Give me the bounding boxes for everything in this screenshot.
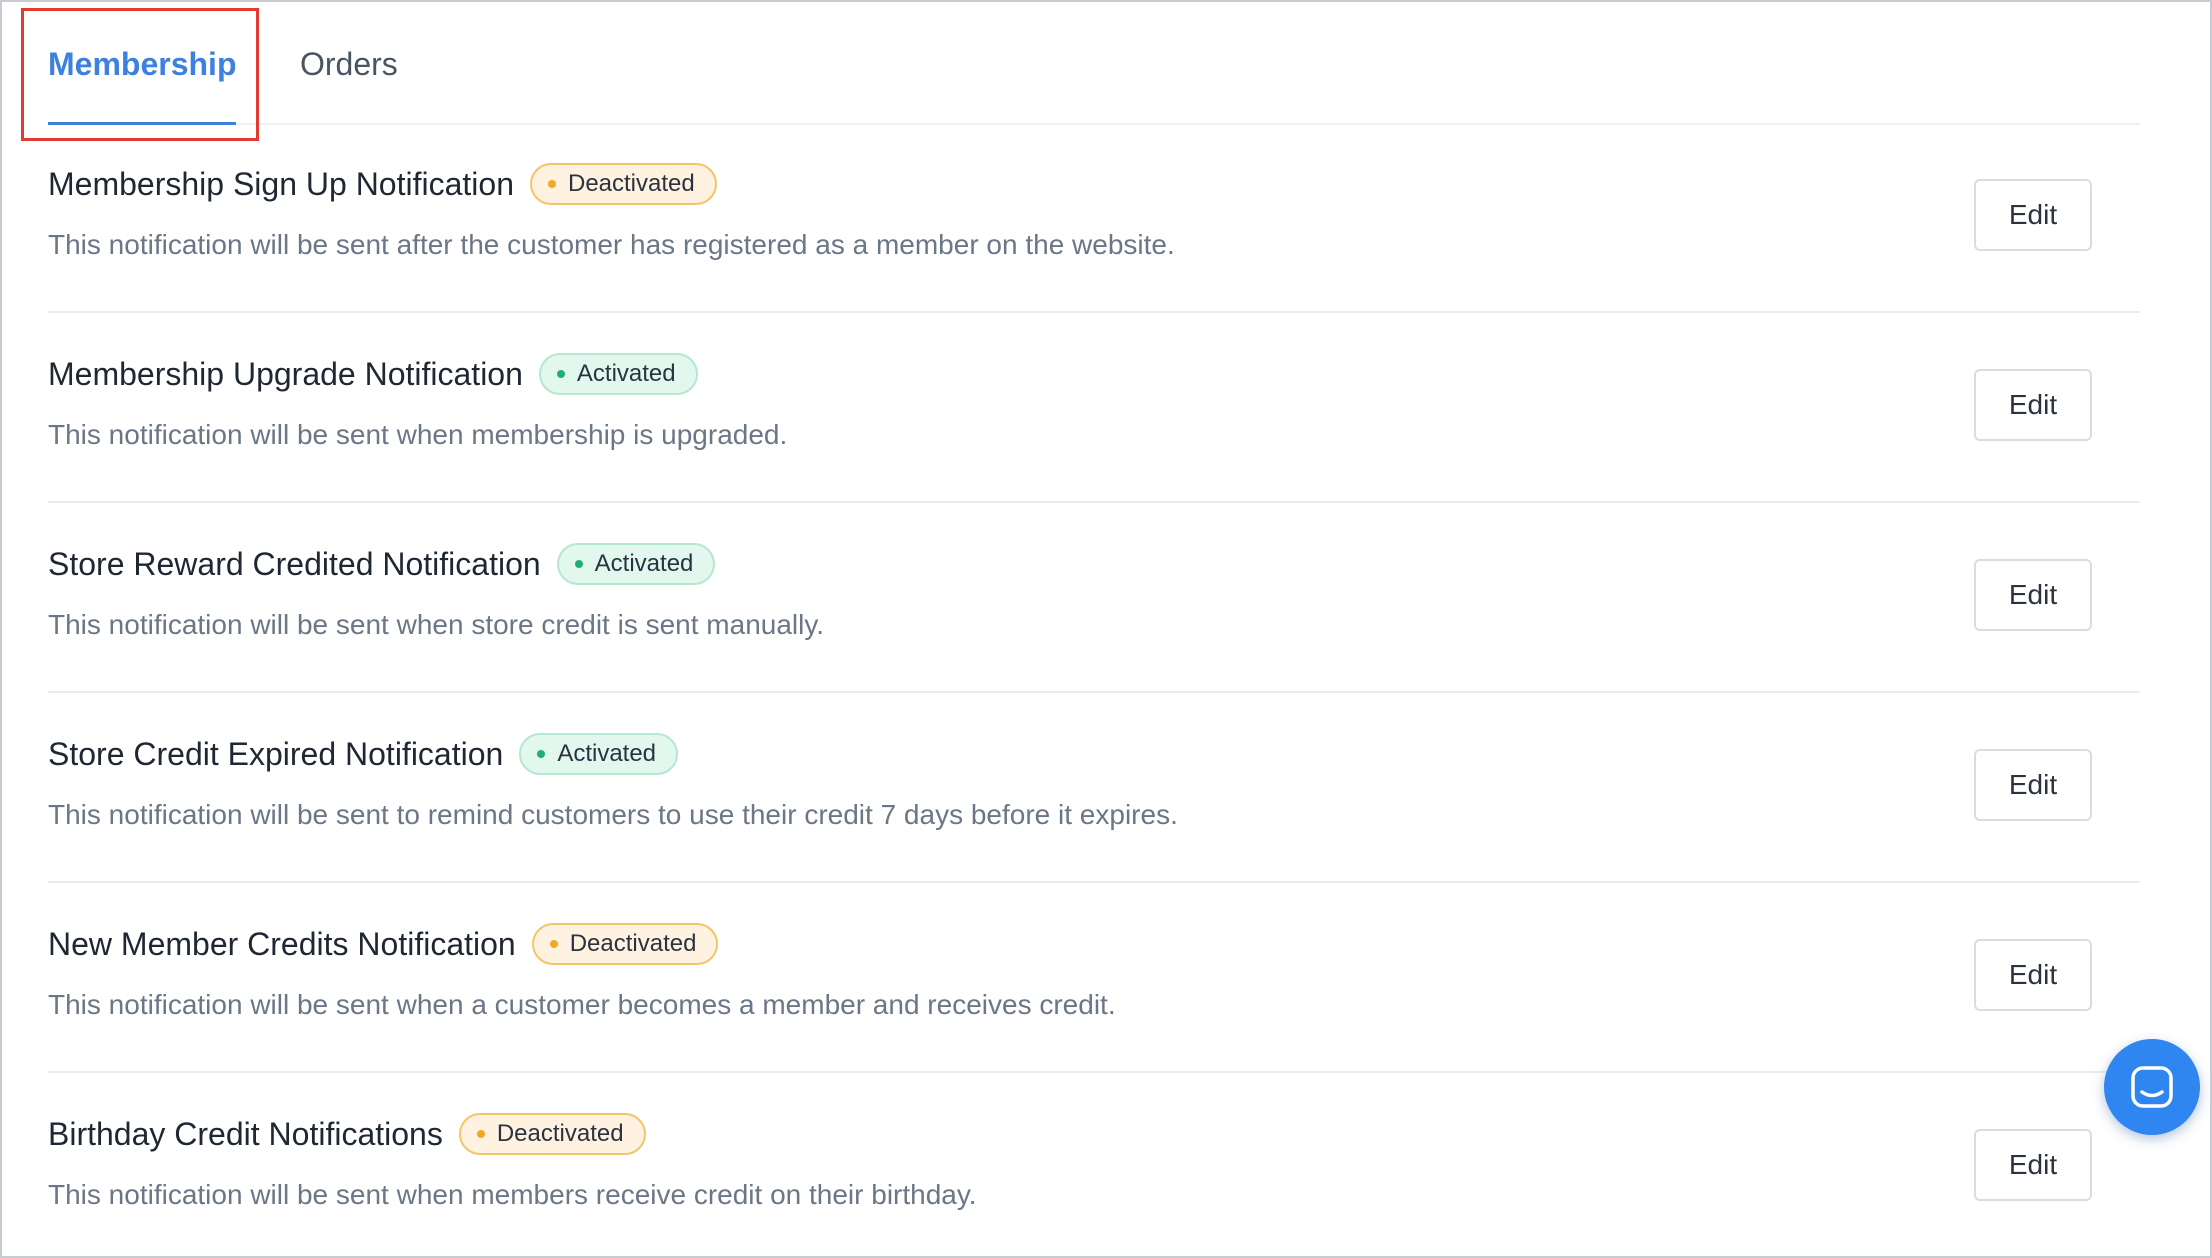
status-dot-icon <box>549 940 558 948</box>
status-label: Activated <box>576 360 676 387</box>
status-badge: Deactivated <box>458 1113 646 1155</box>
notification-description: This notification will be sent when stor… <box>48 609 825 640</box>
notification-row-store-credit-expired: Store Credit Expired Notification Activa… <box>48 693 2140 883</box>
notification-description: This notification will be sent when memb… <box>48 1179 977 1210</box>
edit-button-membership-sign-up[interactable]: Edit <box>1974 179 2092 251</box>
notification-row-membership-sign-up: Membership Sign Up Notification Deactiva… <box>48 123 2140 313</box>
edit-button-birthday-credit[interactable]: Edit <box>1974 1129 2092 1201</box>
chat-icon <box>2130 1065 2174 1109</box>
tab-membership-label: Membership <box>48 46 237 82</box>
status-label: Deactivated <box>567 170 695 197</box>
notification-title: Store Reward Credited Notification <box>48 545 541 582</box>
status-dot-icon <box>547 180 556 188</box>
tab-orders[interactable]: Orders <box>300 2 398 123</box>
notification-row-store-reward-credited: Store Reward Credited Notification Activ… <box>48 503 2140 693</box>
notification-title: New Member Credits Notification <box>48 925 516 962</box>
status-badge: Activated <box>519 733 679 775</box>
notification-title: Store Credit Expired Notification <box>48 735 504 772</box>
notification-title: Membership Upgrade Notification <box>48 355 523 392</box>
notification-description: This notification will be sent when a cu… <box>48 989 1116 1020</box>
edit-button-store-reward-credited[interactable]: Edit <box>1974 559 2092 631</box>
notification-description: This notification will be sent after the… <box>48 229 1175 260</box>
notification-title-row: Store Reward Credited Notification Activ… <box>48 543 716 585</box>
edit-button-store-credit-expired[interactable]: Edit <box>1974 749 2092 821</box>
notification-title: Birthday Credit Notifications <box>48 1115 443 1152</box>
status-label: Activated <box>557 740 657 767</box>
notification-row-birthday-credit: Birthday Credit Notifications Deactivate… <box>48 1073 2140 1256</box>
status-dot-icon <box>574 560 583 568</box>
notification-title-row: Store Credit Expired Notification Activa… <box>48 733 679 775</box>
tab-membership[interactable]: Membership <box>48 2 237 125</box>
status-badge: Deactivated <box>531 923 719 965</box>
notification-title-row: New Member Credits Notification Deactiva… <box>48 923 719 965</box>
tab-bar: Membership Orders <box>48 2 2140 125</box>
notification-row-membership-upgrade: Membership Upgrade Notification Activate… <box>48 313 2140 503</box>
notification-description: This notification will be sent to remind… <box>48 799 1178 830</box>
status-dot-icon <box>537 750 546 758</box>
chat-launcher-button[interactable] <box>2104 1039 2200 1135</box>
status-label: Deactivated <box>569 930 697 957</box>
notification-title-row: Membership Sign Up Notification Deactiva… <box>48 163 717 205</box>
status-label: Activated <box>594 550 694 577</box>
status-badge: Activated <box>556 543 716 585</box>
notification-title-row: Birthday Credit Notifications Deactivate… <box>48 1113 646 1155</box>
edit-button-new-member-credits[interactable]: Edit <box>1974 939 2092 1011</box>
notification-row-new-member-credits: New Member Credits Notification Deactiva… <box>48 883 2140 1073</box>
status-dot-icon <box>476 1130 485 1138</box>
edit-button-membership-upgrade[interactable]: Edit <box>1974 369 2092 441</box>
notification-title-row: Membership Upgrade Notification Activate… <box>48 353 698 395</box>
status-label: Deactivated <box>496 1120 624 1147</box>
notification-title: Membership Sign Up Notification <box>48 165 514 202</box>
tab-orders-label: Orders <box>300 46 398 82</box>
status-dot-icon <box>556 370 565 378</box>
status-badge: Activated <box>538 353 698 395</box>
notifications-page: Membership Orders Membership Sign Up Not… <box>0 0 2212 1258</box>
status-badge: Deactivated <box>529 163 717 205</box>
notification-description: This notification will be sent when memb… <box>48 419 788 450</box>
